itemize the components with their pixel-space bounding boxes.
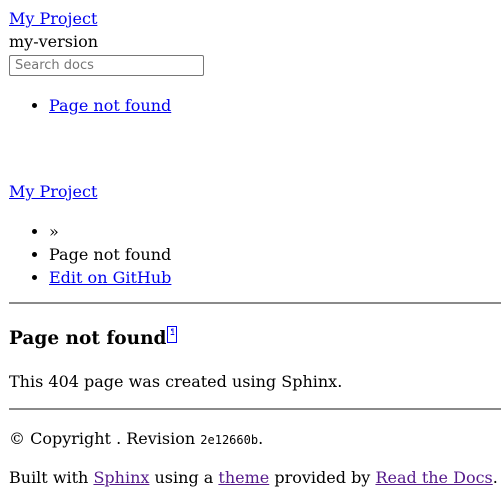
revision-suffix: . (258, 429, 264, 448)
read-the-docs-link[interactable]: Read the Docs (375, 468, 492, 487)
using-text: using a (154, 468, 214, 487)
breadcrumb-current: Page not found (49, 243, 171, 266)
theme-link[interactable]: theme (218, 468, 269, 487)
menu-link-page-not-found[interactable]: Page not found (49, 96, 171, 115)
sidebar-menu: Page not found (49, 94, 171, 117)
search-input[interactable] (9, 55, 204, 76)
copyright: © Copyright . Revision 2e12660b. (9, 428, 263, 450)
built-prefix: Built with (9, 468, 89, 487)
end-period: . (492, 468, 498, 487)
built-with: Built with Sphinx using a theme provided… (9, 467, 498, 489)
breadcrumb-edit: Edit on GitHub (49, 266, 171, 289)
version-label: my-version (9, 32, 99, 51)
copyright-text: © Copyright . Revision (9, 429, 196, 448)
page-title: Page not found ¶ (9, 326, 178, 352)
permalink-icon[interactable]: ¶ (167, 326, 178, 343)
breadcrumb-home: » (49, 220, 171, 243)
breadcrumb: » Page not found Edit on GitHub (49, 220, 171, 289)
revision-hash: 2e12660b (200, 433, 259, 447)
breadcrumb-current-label: Page not found (49, 245, 172, 264)
page-title-text: Page not found (9, 328, 167, 349)
sphinx-link[interactable]: Sphinx (93, 468, 149, 487)
sidebar-menu-item: Page not found (49, 94, 171, 117)
project-home-link[interactable]: My Project (9, 8, 97, 30)
provided-text: provided by (274, 468, 371, 487)
project-nav-link[interactable]: My Project (9, 181, 97, 203)
body-text: This 404 page was created using Sphinx. (9, 372, 343, 391)
footer-divider (9, 408, 501, 410)
header-divider (9, 302, 501, 304)
breadcrumb-separator: » (49, 222, 59, 241)
permalink-glyph: ¶ (170, 328, 175, 335)
edit-on-github-link[interactable]: Edit on GitHub (49, 268, 171, 287)
